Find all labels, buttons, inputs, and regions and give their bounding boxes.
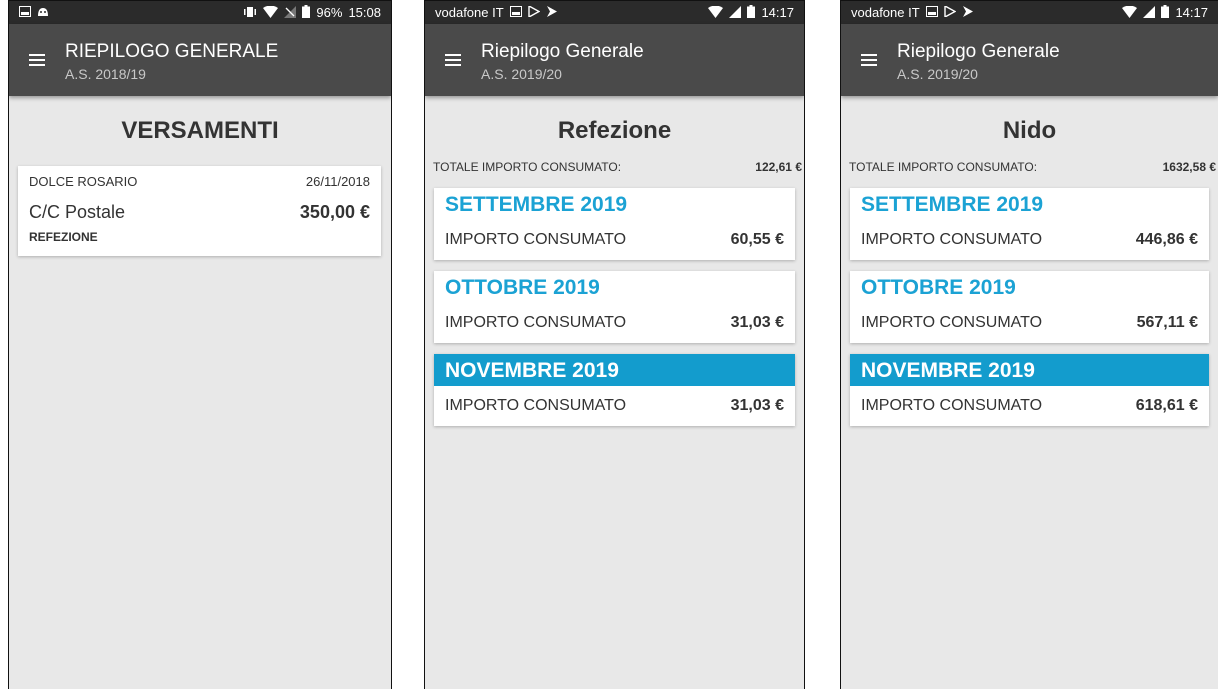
month-label: IMPORTO CONSUMATO [445, 314, 627, 331]
status-bar: 96% 15:08 [9, 1, 391, 24]
month-amount: 567,11 € [1136, 314, 1198, 331]
phone-screen-nido: vodafone IT 14:17 Riepilogo Generale A.S… [840, 0, 1218, 689]
month-amount: 618,61 € [1135, 397, 1198, 414]
image-icon [19, 6, 31, 19]
battery-icon [1161, 5, 1170, 20]
month-title: NOVEMBRE 2019 [434, 354, 795, 386]
signal-icon [729, 5, 742, 20]
month-title: SETTEMBRE 2019 [445, 193, 628, 216]
play-store-icon [546, 6, 558, 19]
hamburger-menu-icon[interactable] [841, 24, 897, 96]
status-time: 15:08 [348, 5, 381, 20]
battery-percent: 96% [316, 5, 343, 20]
app-title: Riepilogo Generale [481, 40, 644, 62]
image-icon [509, 6, 522, 19]
wifi-icon [263, 5, 279, 20]
total-row: TOTALE IMPORTO CONSUMATO: 122,61 € [425, 158, 804, 176]
month-label: IMPORTO CONSUMATO [861, 397, 1043, 414]
payment-category: REFEZIONE [29, 230, 98, 244]
payment-amount: 350,00 € [299, 202, 370, 222]
month-label: IMPORTO CONSUMATO [445, 397, 627, 414]
status-bar: vodafone IT 14:17 [425, 1, 804, 24]
month-amount: 60,55 € [730, 231, 784, 248]
page-heading: VERSAMENTI [121, 117, 279, 144]
wifi-icon [708, 5, 724, 20]
battery-icon [747, 5, 756, 20]
play-store-icon [962, 6, 974, 19]
month-label: IMPORTO CONSUMATO [445, 231, 627, 248]
total-label: TOTALE IMPORTO CONSUMATO: [849, 160, 1038, 174]
android-icon [37, 6, 49, 19]
page-heading: Nido [1002, 117, 1057, 144]
month-card-ottobre[interactable]: OTTOBRE 2019 IMPORTO CONSUMATO 31,03 € [434, 271, 795, 343]
app-subtitle: A.S. 2019/20 [897, 65, 978, 82]
status-time: 14:17 [1175, 5, 1208, 20]
payment-card[interactable]: DOLCE ROSARIO 26/11/2018 C/C Postale 350… [18, 166, 381, 256]
total-value: 122,61 € [755, 160, 802, 174]
app-subtitle: A.S. 2018/19 [65, 65, 146, 82]
vibrate-icon [243, 6, 257, 20]
carrier-name: vodafone IT [435, 5, 504, 20]
month-card-settembre[interactable]: SETTEMBRE 2019 IMPORTO CONSUMATO 446,86 … [850, 188, 1209, 260]
page-heading: Refezione [557, 117, 672, 144]
status-time: 14:17 [761, 5, 794, 20]
month-label: IMPORTO CONSUMATO [861, 231, 1043, 248]
payment-date: 26/11/2018 [305, 174, 370, 189]
screenshot-collage: 96% 15:08 RIEPILOGO GENERALE A.S. 2018/1… [0, 0, 1218, 689]
month-title: SETTEMBRE 2019 [861, 193, 1044, 216]
month-title: NOVEMBRE 2019 [850, 354, 1209, 386]
month-amount: 446,86 € [1135, 231, 1198, 248]
carrier-name: vodafone IT [851, 5, 920, 20]
phone-screen-versamenti: 96% 15:08 RIEPILOGO GENERALE A.S. 2018/1… [8, 0, 392, 689]
app-title: RIEPILOGO GENERALE [65, 40, 279, 62]
total-row: TOTALE IMPORTO CONSUMATO: 1632,58 € [841, 158, 1218, 176]
app-subtitle: A.S. 2019/20 [481, 65, 562, 82]
page-content: Refezione TOTALE IMPORTO CONSUMATO: 122,… [425, 116, 804, 426]
app-bar: Riepilogo Generale A.S. 2019/20 [425, 24, 804, 96]
app-title: Riepilogo Generale [897, 40, 1060, 62]
month-amount: 31,03 € [730, 397, 784, 414]
payment-method: C/C Postale [29, 202, 126, 222]
total-value: 1632,58 € [1162, 160, 1216, 174]
app-bar: Riepilogo Generale A.S. 2019/20 [841, 24, 1218, 96]
wifi-icon [1122, 5, 1138, 20]
image-icon [925, 6, 938, 19]
hamburger-menu-icon[interactable] [425, 24, 481, 96]
month-card-novembre[interactable]: NOVEMBRE 2019 IMPORTO CONSUMATO 31,03 € [434, 354, 795, 426]
month-label: IMPORTO CONSUMATO [861, 314, 1043, 331]
payer-name: DOLCE ROSARIO [29, 174, 138, 189]
app-bar: RIEPILOGO GENERALE A.S. 2018/19 [9, 24, 391, 96]
total-label: TOTALE IMPORTO CONSUMATO: [433, 160, 622, 174]
month-amount: 31,03 € [730, 314, 784, 331]
play-icon [943, 4, 957, 19]
month-card-ottobre[interactable]: OTTOBRE 2019 IMPORTO CONSUMATO 567,11 € [850, 271, 1209, 343]
month-title: OTTOBRE 2019 [861, 276, 1016, 299]
month-card-settembre[interactable]: SETTEMBRE 2019 IMPORTO CONSUMATO 60,55 € [434, 188, 795, 260]
page-content: VERSAMENTI DOLCE ROSARIO 26/11/2018 C/C … [9, 116, 391, 256]
month-card-novembre[interactable]: NOVEMBRE 2019 IMPORTO CONSUMATO 618,61 € [850, 354, 1209, 426]
battery-icon [302, 5, 311, 20]
status-bar: vodafone IT 14:17 [841, 1, 1218, 24]
phone-screen-refezione: vodafone IT 14:17 Riepilogo Generale A.S… [424, 0, 805, 689]
month-title: OTTOBRE 2019 [445, 276, 600, 299]
play-icon [527, 4, 541, 19]
hamburger-menu-icon[interactable] [9, 24, 65, 96]
signal-icon [1143, 5, 1156, 20]
page-content: Nido TOTALE IMPORTO CONSUMATO: 1632,58 €… [841, 116, 1218, 426]
no-signal-icon [284, 5, 297, 20]
